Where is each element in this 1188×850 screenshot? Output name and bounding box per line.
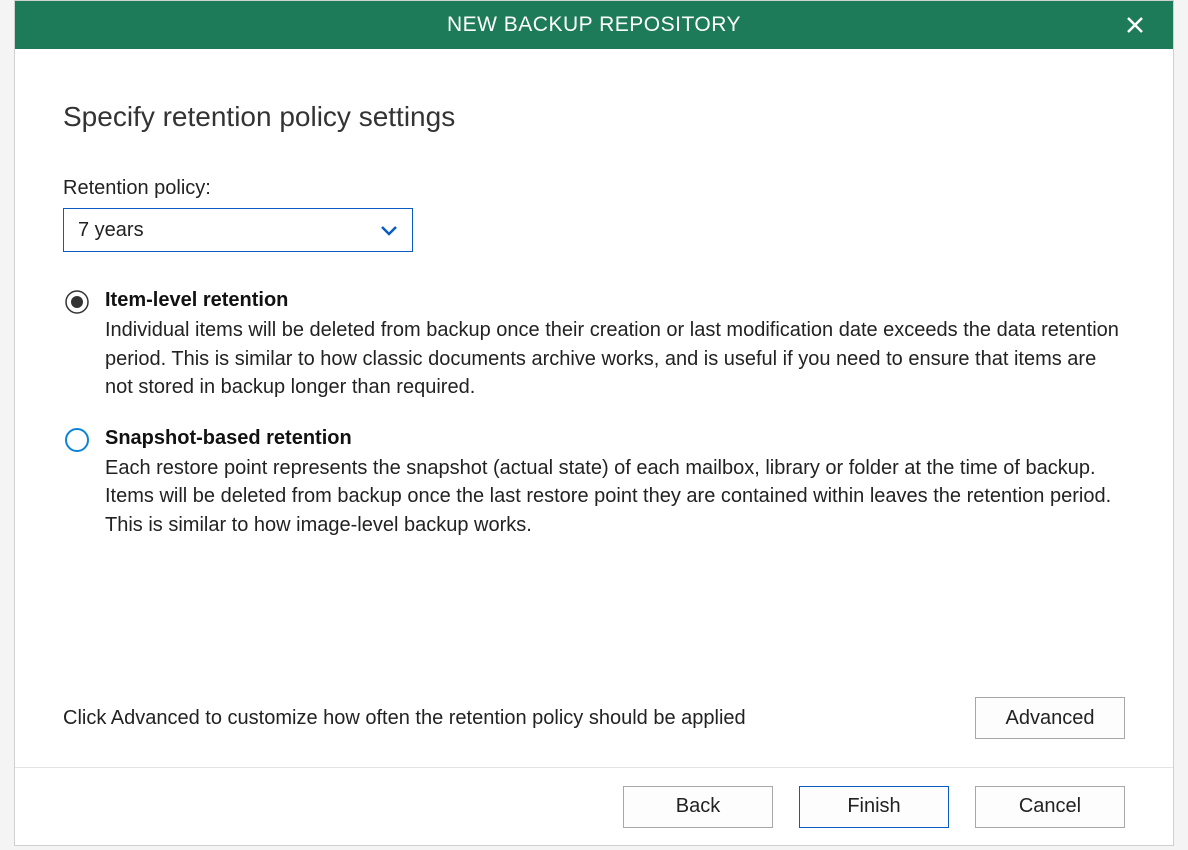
advanced-row: Click Advanced to customize how often th…: [63, 697, 1125, 757]
advanced-hint: Click Advanced to customize how often th…: [63, 707, 746, 730]
back-button[interactable]: Back: [623, 786, 773, 828]
new-backup-repository-dialog: NEW BACKUP REPOSITORY Specify retention …: [14, 0, 1174, 846]
radio-snapshot-based[interactable]: [63, 426, 91, 454]
option-snapshot-title: Snapshot-based retention: [105, 424, 1125, 452]
advanced-button-label: Advanced: [1006, 707, 1095, 730]
footer: Back Finish Cancel: [15, 767, 1173, 845]
close-button[interactable]: [1111, 1, 1159, 49]
content-area: Specify retention policy settings Retent…: [15, 49, 1173, 767]
retention-type-options: Item-level retention Individual items wi…: [63, 286, 1125, 561]
cancel-button[interactable]: Cancel: [975, 786, 1125, 828]
advanced-button[interactable]: Advanced: [975, 697, 1125, 739]
option-snapshot-description: Each restore point represents the snapsh…: [105, 457, 1111, 536]
retention-policy-label: Retention policy:: [63, 177, 1125, 200]
retention-policy-dropdown[interactable]: 7 years: [63, 208, 413, 252]
option-item-level-description: Individual items will be deleted from ba…: [105, 319, 1119, 398]
chevron-down-icon: [380, 219, 398, 242]
finish-button-label: Finish: [847, 795, 900, 818]
option-snapshot-based-retention[interactable]: Snapshot-based retention Each restore po…: [63, 424, 1125, 540]
cancel-button-label: Cancel: [1019, 795, 1081, 818]
page-title: Specify retention policy settings: [63, 101, 1125, 133]
dialog-title: NEW BACKUP REPOSITORY: [447, 13, 741, 37]
close-icon: [1125, 15, 1145, 35]
titlebar: NEW BACKUP REPOSITORY: [15, 1, 1173, 49]
option-item-level-retention[interactable]: Item-level retention Individual items wi…: [63, 286, 1125, 402]
radio-item-level[interactable]: [63, 288, 91, 316]
back-button-label: Back: [676, 795, 720, 818]
retention-policy-selected: 7 years: [78, 219, 144, 242]
finish-button[interactable]: Finish: [799, 786, 949, 828]
option-item-level-title: Item-level retention: [105, 286, 1125, 314]
